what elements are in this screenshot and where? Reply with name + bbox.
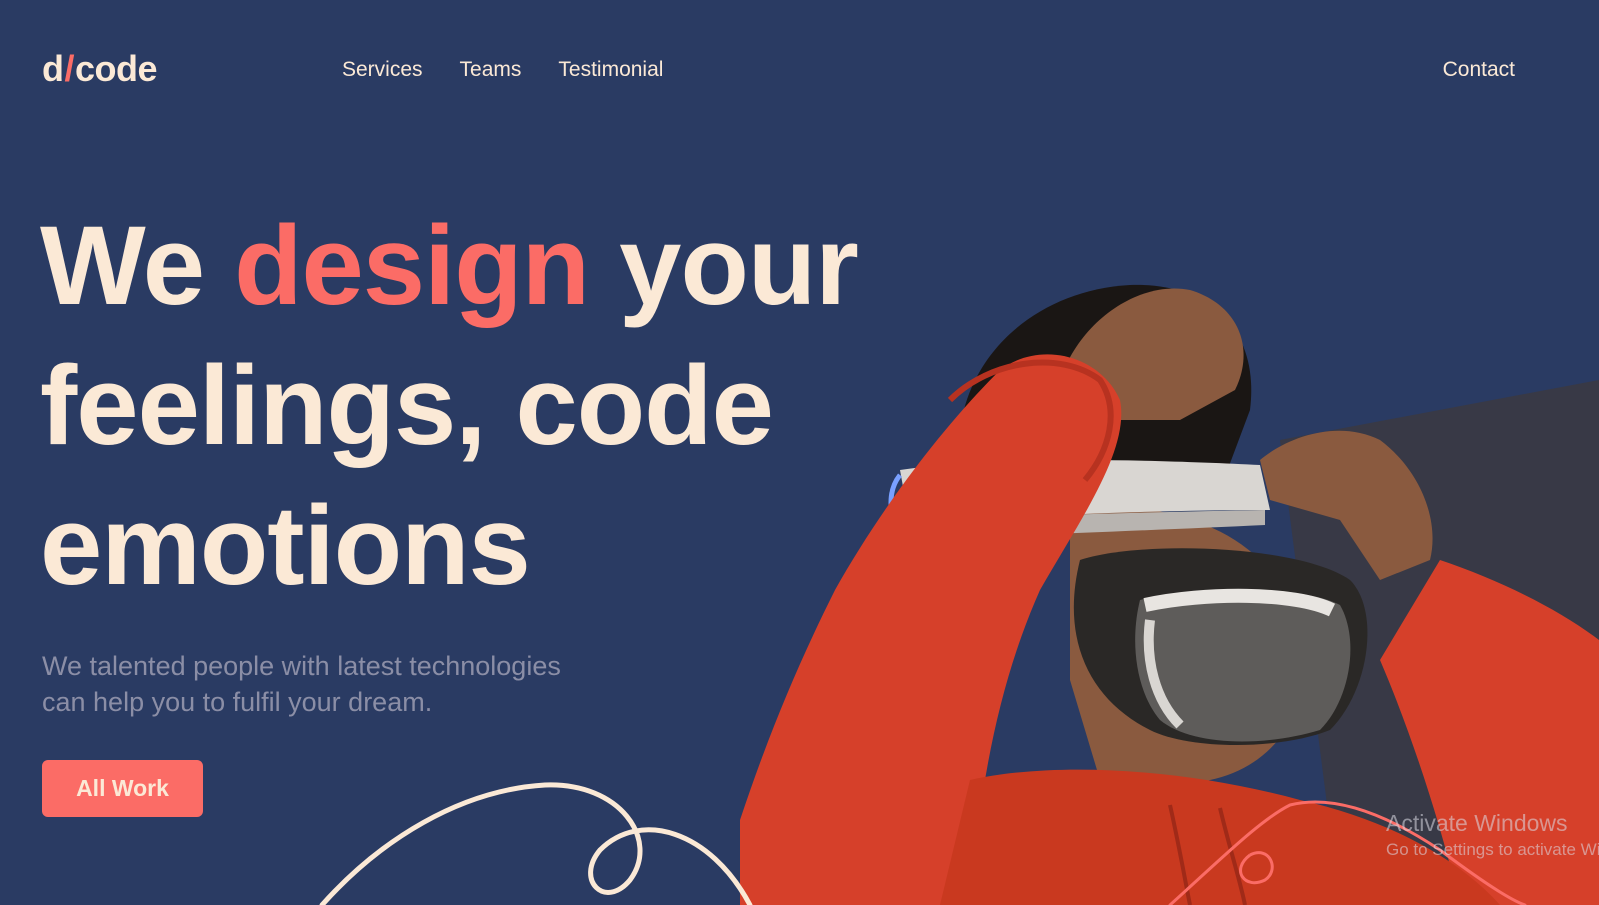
nav-link-services[interactable]: Services <box>342 58 423 82</box>
headline-line3: emotions <box>40 483 531 608</box>
nav-link-testimonial[interactable]: Testimonial <box>558 58 663 82</box>
landing-page: d / code Services Teams Testimonial Cont… <box>0 0 1599 905</box>
headline-accent-word: design <box>234 203 590 328</box>
subtext-line2: can help you to fulfil your dream. <box>42 687 433 717</box>
nav-link-teams[interactable]: Teams <box>460 58 522 82</box>
main-nav: Services Teams Testimonial <box>342 58 663 82</box>
headline-line2: feelings, code <box>40 343 774 468</box>
watermark-subtitle: Go to Settings to activate Windows. <box>1386 840 1599 859</box>
watermark-title: Activate Windows <box>1386 810 1568 836</box>
hero-subtext: We talented people with latest technolog… <box>42 648 762 720</box>
all-work-button[interactable]: All Work <box>42 760 203 817</box>
contact-link[interactable]: Contact <box>1443 58 1515 82</box>
logo-text-right: code <box>75 48 158 89</box>
subtext-line1: We talented people with latest technolog… <box>42 651 561 681</box>
logo-text-left: d <box>42 48 64 89</box>
headline-part2: your <box>589 203 859 328</box>
hero-headline: We design your feelings, code emotions <box>40 196 859 616</box>
logo-slash: / <box>64 48 75 89</box>
activation-watermark: Activate Windows Go to Settings to activ… <box>1386 808 1599 862</box>
headline-part1: We <box>40 203 235 328</box>
brand-logo[interactable]: d / code <box>42 48 158 90</box>
